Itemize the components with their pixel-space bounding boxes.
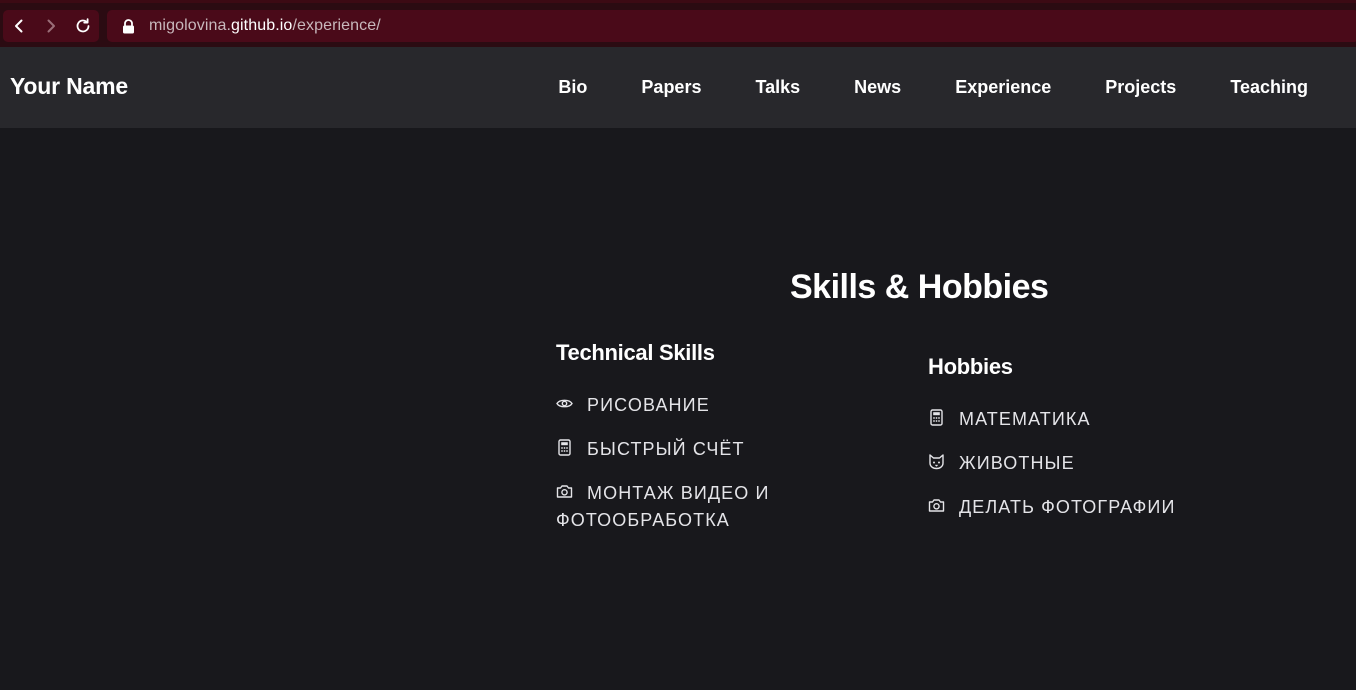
address-bar[interactable]: migolovina.github.io/experience/ — [107, 10, 1356, 42]
reload-icon — [76, 18, 90, 33]
url-text: migolovina.github.io/experience/ — [149, 17, 381, 35]
hobbies-column: Hobbies МАТЕМАТИКА ЖИВОТНЫЕ ДЕЛАТЬ ФОТОГ… — [928, 354, 1228, 538]
url-host-prefix: migolovina. — [149, 17, 232, 34]
site-navbar: Your Name Bio Papers Talks News Experien… — [0, 47, 1356, 128]
skill-item: РИСОВАНИЕ — [556, 392, 806, 419]
back-button[interactable] — [3, 10, 35, 42]
hobby-item: МАТЕМАТИКА — [928, 406, 1228, 433]
eye-icon — [556, 395, 573, 412]
calculator-icon — [928, 409, 945, 426]
browser-nav-buttons — [3, 10, 99, 42]
reload-button[interactable] — [67, 10, 99, 42]
skill-item: МОНТАЖ ВИДЕО И ФОТООБРАБОТКА — [556, 480, 806, 534]
skill-item: БЫСТРЫЙ СЧЁТ — [556, 436, 806, 463]
nav-menu: Bio Papers Talks News Experience Project… — [504, 77, 1308, 98]
chevron-left-icon — [15, 19, 23, 33]
skill-label: МОНТАЖ ВИДЕО И ФОТООБРАБОТКА — [556, 483, 770, 530]
nav-item-projects[interactable]: Projects — [1105, 77, 1176, 98]
technical-skills-column: Technical Skills РИСОВАНИЕ БЫСТРЫЙ СЧЁТ … — [556, 340, 806, 551]
hobbies-heading: Hobbies — [928, 354, 1013, 379]
nav-item-papers[interactable]: Papers — [641, 77, 701, 98]
camera-icon — [928, 497, 945, 514]
chevron-right-icon — [47, 19, 55, 33]
section-title: Skills & Hobbies — [790, 268, 1049, 306]
nav-item-news[interactable]: News — [854, 77, 901, 98]
nav-item-teaching[interactable]: Teaching — [1230, 77, 1308, 98]
technical-skills-heading: Technical Skills — [556, 340, 715, 365]
url-path: /experience/ — [292, 17, 381, 34]
browser-toolbar: migolovina.github.io/experience/ — [0, 0, 1356, 47]
hobby-item: ДЕЛАТЬ ФОТОГРАФИИ — [928, 494, 1228, 521]
hobby-label: ДЕЛАТЬ ФОТОГРАФИИ — [959, 497, 1176, 517]
skill-label: РИСОВАНИЕ — [587, 395, 710, 415]
hobby-item: ЖИВОТНЫЕ — [928, 450, 1228, 477]
nav-item-experience[interactable]: Experience — [955, 77, 1051, 98]
hobby-label: ЖИВОТНЫЕ — [959, 453, 1075, 473]
url-host: github.io — [231, 17, 293, 34]
skill-label: БЫСТРЫЙ СЧЁТ — [587, 439, 745, 459]
calculator-icon — [556, 439, 573, 456]
site-brand[interactable]: Your Name — [10, 73, 128, 100]
nav-item-talks[interactable]: Talks — [755, 77, 800, 98]
forward-button[interactable] — [35, 10, 67, 42]
lock-icon — [121, 18, 135, 34]
nav-item-bio[interactable]: Bio — [558, 77, 587, 98]
hobby-label: МАТЕМАТИКА — [959, 409, 1091, 429]
camera-icon — [556, 483, 573, 500]
cat-icon — [928, 453, 945, 470]
